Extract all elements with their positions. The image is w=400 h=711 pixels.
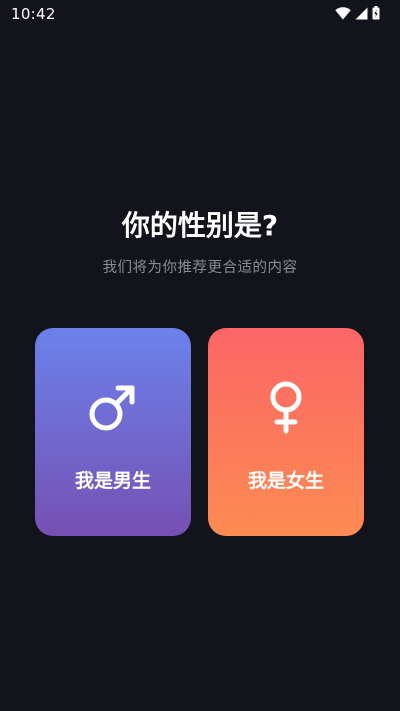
male-option-card[interactable]: 我是男生: [35, 328, 191, 536]
cellular-signal-icon: [355, 7, 368, 20]
battery-icon: [372, 6, 380, 20]
status-icons: [335, 6, 380, 20]
female-symbol-icon: [266, 380, 306, 434]
male-symbol-icon: [86, 380, 140, 434]
wifi-icon: [335, 6, 351, 20]
male-option-label: 我是男生: [74, 470, 151, 492]
status-time: 10:42: [11, 5, 56, 23]
page-subtitle: 我们将为你推荐更合适的内容: [102, 260, 298, 276]
female-option-card[interactable]: 我是女生: [208, 328, 364, 536]
page-title: 你的性别是?: [121, 209, 279, 242]
status-bar: 10:42: [0, 0, 400, 28]
female-option-label: 我是女生: [247, 470, 324, 492]
